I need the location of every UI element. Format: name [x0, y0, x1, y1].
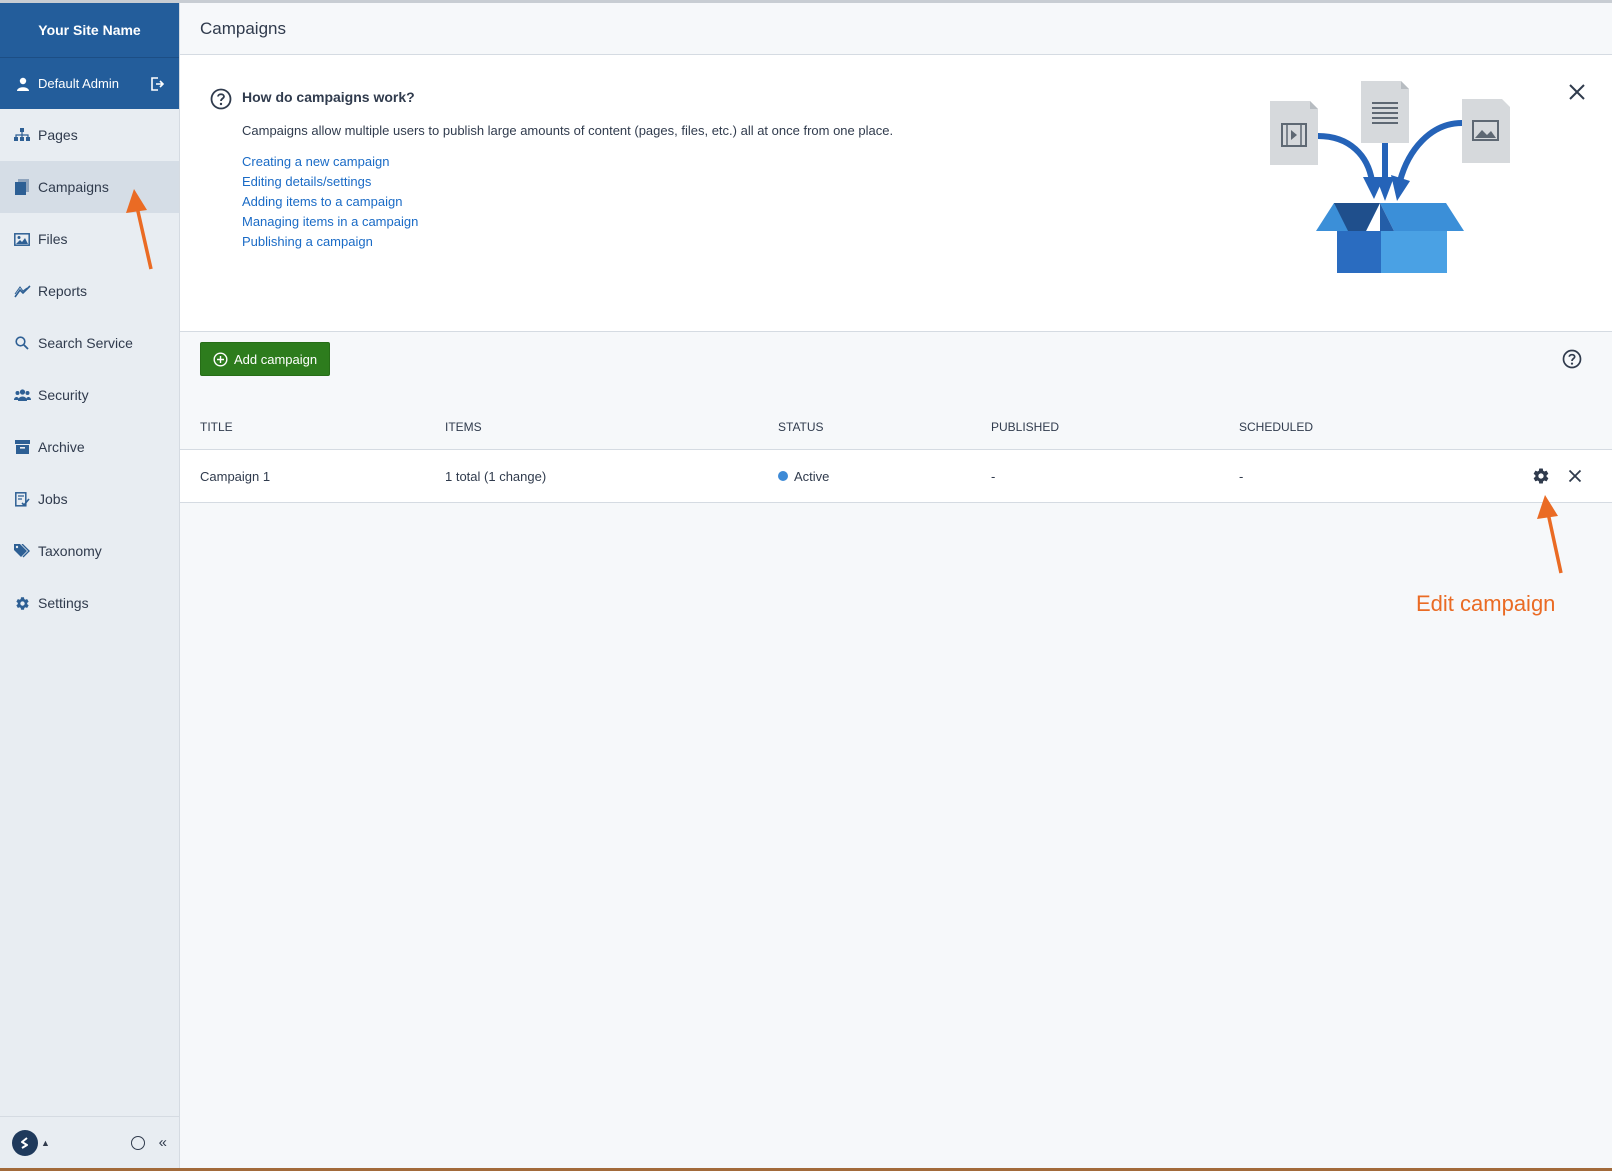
campaigns-icon [13, 179, 31, 195]
main-content: Campaigns How do campaigns work? Campaig… [180, 3, 1612, 1168]
delete-campaign-icon[interactable] [1568, 469, 1582, 483]
sidebar-item-pages[interactable]: Pages [0, 109, 179, 161]
help-link-item: Publishing a campaign [242, 234, 418, 254]
sidebar-item-label: Search Service [38, 335, 133, 351]
campaign-items: 1 total (1 change) [445, 468, 547, 484]
column-header-scheduled[interactable]: SCHEDULED [1239, 420, 1499, 434]
sidebar-item-security[interactable]: Security [0, 369, 179, 421]
campaigns-table: TITLE ITEMS STATUS PUBLISHED SCHEDULED C… [180, 405, 1612, 503]
help-link-item: Adding items to a campaign [242, 194, 418, 214]
row-actions [1499, 467, 1612, 485]
document-icon [1361, 81, 1409, 143]
site-name[interactable]: Your Site Name [0, 3, 179, 58]
sidebar-item-label: Jobs [38, 491, 68, 507]
sidebar-item-label: Reports [38, 283, 88, 299]
collapse-sidebar-icon[interactable]: « [159, 1134, 167, 1151]
archive-icon [13, 439, 31, 455]
campaign-published: - [991, 468, 996, 484]
sidebar-footer: ▲ « [0, 1116, 179, 1168]
help-link-item: Managing items in a campaign [242, 214, 418, 234]
help-link-creating[interactable]: Creating a new campaign [242, 154, 389, 169]
users-icon [13, 387, 31, 403]
sidebar-item-label: Pages [38, 127, 78, 143]
toolbar: Campaigns [180, 3, 1612, 55]
sidebar-item-label: Taxonomy [38, 543, 102, 559]
annotation-arrow-campaigns [126, 189, 153, 270]
campaign-title[interactable]: Campaign 1 [180, 469, 445, 484]
user-name[interactable]: Default Admin [38, 76, 149, 91]
sidebar-item-label: Settings [38, 595, 89, 611]
jobs-icon [13, 491, 31, 507]
close-icon[interactable] [1568, 83, 1586, 101]
user-icon [17, 77, 29, 91]
silverstripe-logo-icon[interactable] [12, 1129, 38, 1156]
question-circle-icon [210, 88, 232, 110]
help-toggle-icon[interactable] [1562, 349, 1582, 369]
add-campaign-label: Add campaign [234, 351, 318, 367]
sidebar-item-label: Archive [38, 439, 85, 455]
sidebar: Your Site Name Default Admin Pages Campa… [0, 3, 180, 1168]
annotation-arrow-edit [1537, 495, 1563, 574]
help-title: How do campaigns work? [242, 89, 415, 105]
status-label: Active [794, 468, 830, 484]
column-header-items[interactable]: ITEMS [445, 420, 778, 434]
help-link-managing[interactable]: Managing items in a campaign [242, 214, 418, 229]
plus-circle-icon [213, 351, 228, 367]
sidebar-item-label: Files [38, 231, 68, 247]
sidebar-item-settings[interactable]: Settings [0, 577, 179, 629]
add-campaign-button[interactable]: Add campaign [200, 342, 331, 376]
help-link-publishing[interactable]: Publishing a campaign [242, 234, 373, 249]
annotation-edit-campaign-label: Edit campaign [1416, 591, 1556, 616]
preview-toggle-icon[interactable] [130, 1135, 145, 1150]
help-link-item: Creating a new campaign [242, 154, 418, 174]
status-dot-icon [778, 471, 788, 481]
help-link-adding[interactable]: Adding items to a campaign [242, 194, 402, 209]
campaign-status: Active [778, 469, 991, 484]
sitemap-icon [13, 127, 31, 143]
search-icon [13, 335, 31, 351]
sidebar-item-jobs[interactable]: Jobs [0, 473, 179, 525]
gear-icon [13, 595, 31, 611]
image-icon [13, 231, 31, 247]
column-header-title[interactable]: TITLE [180, 420, 445, 434]
help-links: Creating a new campaign Editing details/… [242, 154, 418, 254]
column-header-published[interactable]: PUBLISHED [991, 420, 1239, 434]
table-row[interactable]: Campaign 1 1 total (1 change) Active - - [180, 450, 1612, 503]
sidebar-item-archive[interactable]: Archive [0, 421, 179, 473]
logout-icon[interactable] [149, 76, 165, 92]
caret-up-icon[interactable]: ▲ [41, 1138, 50, 1148]
tags-icon [13, 543, 31, 559]
help-link-item: Editing details/settings [242, 174, 418, 194]
page-title: Campaigns [200, 18, 286, 38]
help-description: Campaigns allow multiple users to publis… [242, 123, 894, 138]
sidebar-item-label: Campaigns [38, 179, 109, 195]
video-file-icon [1270, 101, 1318, 165]
campaign-scheduled: - [1239, 468, 1244, 484]
table-header: TITLE ITEMS STATUS PUBLISHED SCHEDULED [180, 405, 1612, 450]
campaign-illustration [1270, 81, 1510, 273]
chart-line-icon [13, 283, 31, 299]
sidebar-item-taxonomy[interactable]: Taxonomy [0, 525, 179, 577]
image-file-icon [1462, 99, 1510, 163]
sidebar-item-label: Security [38, 387, 89, 403]
edit-campaign-gear-icon[interactable] [1532, 467, 1550, 485]
actions-bar: Add campaign [180, 332, 1612, 402]
sidebar-item-search-service[interactable]: Search Service [0, 317, 179, 369]
user-bar: Default Admin [0, 58, 179, 109]
help-panel: How do campaigns work? Campaigns allow m… [180, 55, 1612, 332]
column-header-status[interactable]: STATUS [778, 420, 991, 434]
help-link-editing[interactable]: Editing details/settings [242, 174, 371, 189]
